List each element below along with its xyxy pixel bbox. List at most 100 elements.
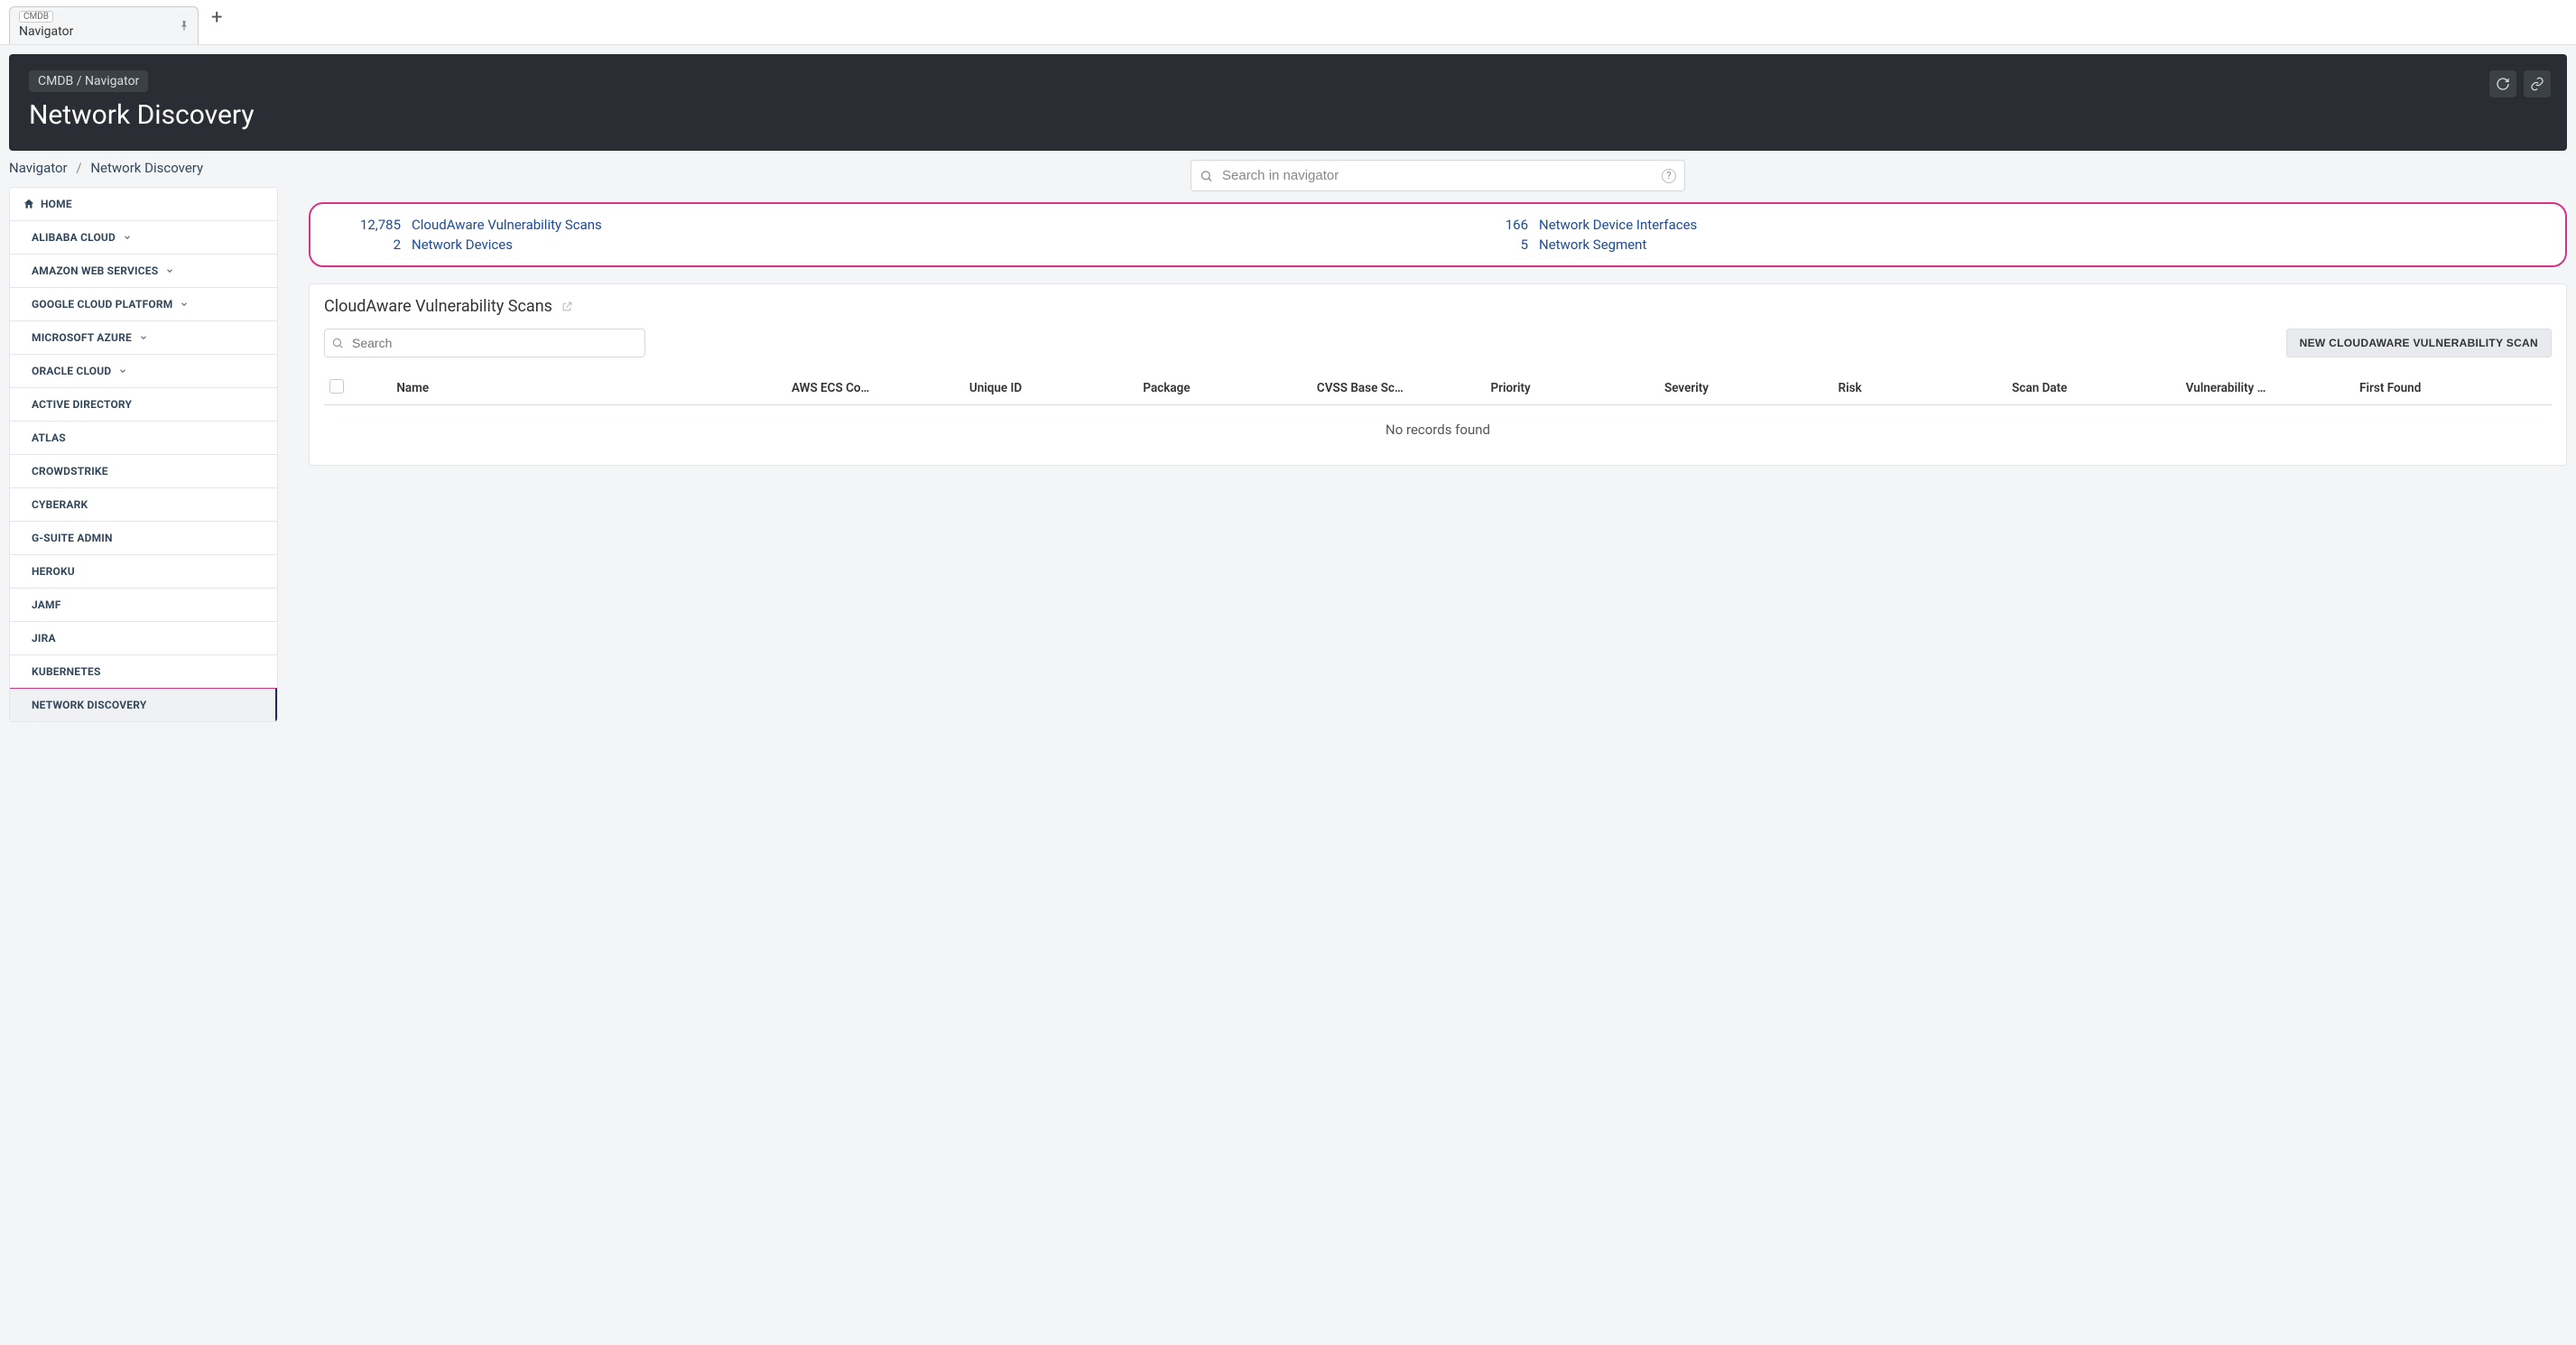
link-button[interactable] bbox=[2524, 70, 2551, 97]
sidebar-item-kubernetes[interactable]: KUBERNETES bbox=[10, 655, 277, 689]
table-title: CloudAware Vulnerability Scans bbox=[324, 297, 552, 316]
column-header[interactable]: First Found bbox=[2354, 372, 2552, 405]
sub-breadcrumb: Navigator / Network Discovery bbox=[9, 160, 278, 176]
refresh-icon bbox=[2496, 77, 2510, 91]
sidebar-item-label: AMAZON WEB SERVICES bbox=[32, 264, 158, 277]
summary-label: CloudAware Vulnerability Scans bbox=[412, 217, 602, 233]
sidebar-item-cyberark[interactable]: CYBERARK bbox=[10, 488, 277, 522]
breadcrumb-chip[interactable]: CMDB / Navigator bbox=[29, 70, 148, 92]
sidebar-item-gsuite[interactable]: G-SUITE ADMIN bbox=[10, 522, 277, 555]
sidebar-item-label: ORACLE CLOUD bbox=[32, 365, 111, 377]
column-header[interactable]: Vulnerability … bbox=[2181, 372, 2355, 405]
navigator-search-input[interactable] bbox=[1191, 160, 1685, 191]
chevron-down-icon bbox=[139, 333, 148, 342]
summary-label: Network Devices bbox=[412, 237, 513, 253]
table-toolbar: NEW CLOUDAWARE VULNERABILITY SCAN bbox=[324, 329, 2552, 357]
sidebar-item-label: CYBERARK bbox=[32, 498, 88, 511]
pin-icon[interactable] bbox=[178, 20, 190, 32]
tabs-bar: CMDB Navigator + bbox=[0, 0, 2576, 45]
tab-navigator[interactable]: CMDB Navigator bbox=[9, 6, 199, 44]
sidebar-item-gcp[interactable]: GOOGLE CLOUD PLATFORM bbox=[10, 288, 277, 321]
add-tab-button[interactable]: + bbox=[199, 6, 235, 38]
page-header: CMDB / Navigator Network Discovery bbox=[9, 54, 2567, 151]
help-icon[interactable]: ? bbox=[1662, 169, 1676, 183]
external-link-icon[interactable] bbox=[561, 301, 573, 312]
sidebar-item-atlas[interactable]: ATLAS bbox=[10, 422, 277, 455]
summary-vuln-scans[interactable]: 12,785 CloudAware Vulnerability Scans bbox=[329, 217, 1420, 233]
chevron-down-icon bbox=[165, 266, 174, 275]
sidebar-item-label: ACTIVE DIRECTORY bbox=[32, 398, 132, 411]
tab-title: Navigator bbox=[19, 24, 189, 39]
content: Navigator / Network Discovery HOME ALIBA… bbox=[0, 160, 2576, 722]
summary-label: Network Segment bbox=[1539, 237, 1646, 253]
sidebar-item-alibaba-cloud[interactable]: ALIBABA CLOUD bbox=[10, 221, 277, 255]
sidebar-item-label: JAMF bbox=[32, 598, 61, 611]
sidebar-home[interactable]: HOME bbox=[10, 188, 277, 221]
column-header[interactable]: Name bbox=[391, 372, 786, 405]
sidebar-item-jira[interactable]: JIRA bbox=[10, 622, 277, 655]
table-search-input[interactable] bbox=[324, 329, 645, 357]
sidebar-nav: HOME ALIBABA CLOUD AMAZON WEB SERVICES G… bbox=[9, 187, 278, 722]
column-header[interactable]: CVSS Base Sc… bbox=[1311, 372, 1486, 405]
column-header[interactable]: Severity bbox=[1659, 372, 1833, 405]
column-header[interactable]: Package bbox=[1137, 372, 1311, 405]
sub-row: ? bbox=[309, 160, 2567, 191]
table-header-row: Name AWS ECS Co… Unique ID Package CVSS … bbox=[324, 372, 2552, 405]
sidebar-item-label: ATLAS bbox=[32, 431, 66, 444]
sidebar-item-crowdstrike[interactable]: CROWDSTRIKE bbox=[10, 455, 277, 488]
left-column: Navigator / Network Discovery HOME ALIBA… bbox=[9, 160, 278, 722]
home-icon bbox=[23, 198, 35, 210]
sidebar-home-label: HOME bbox=[41, 198, 72, 210]
checkbox-icon[interactable] bbox=[329, 379, 344, 394]
summary-device-interfaces[interactable]: 166 Network Device Interfaces bbox=[1456, 217, 2547, 233]
sidebar-item-aws[interactable]: AMAZON WEB SERVICES bbox=[10, 255, 277, 288]
sidebar-item-label: GOOGLE CLOUD PLATFORM bbox=[32, 298, 172, 311]
column-header[interactable]: AWS ECS Co… bbox=[786, 372, 964, 405]
sidebar-item-label: KUBERNETES bbox=[32, 665, 101, 678]
new-vuln-scan-button[interactable]: NEW CLOUDAWARE VULNERABILITY SCAN bbox=[2286, 329, 2552, 357]
page-title: Network Discovery bbox=[29, 99, 2547, 131]
table-card: CloudAware Vulnerability Scans NEW CLOUD… bbox=[309, 283, 2567, 466]
summary-network-devices[interactable]: 2 Network Devices bbox=[329, 237, 1420, 253]
navigator-search: ? bbox=[1191, 160, 1685, 191]
summary-card: 12,785 CloudAware Vulnerability Scans 16… bbox=[309, 202, 2567, 267]
sidebar-item-active-directory[interactable]: ACTIVE DIRECTORY bbox=[10, 388, 277, 422]
breadcrumb-current: Network Discovery bbox=[90, 160, 203, 176]
column-header[interactable]: Unique ID bbox=[964, 372, 1138, 405]
table-title-row: CloudAware Vulnerability Scans bbox=[324, 297, 2552, 316]
sidebar-item-heroku[interactable]: HEROKU bbox=[10, 555, 277, 589]
sidebar-item-label: CROWDSTRIKE bbox=[32, 465, 108, 478]
summary-count: 2 bbox=[329, 237, 401, 253]
summary-count: 5 bbox=[1456, 237, 1528, 253]
select-all-header[interactable] bbox=[324, 372, 391, 405]
sidebar-item-label: NETWORK DISCOVERY bbox=[32, 699, 146, 711]
sidebar-item-azure[interactable]: MICROSOFT AZURE bbox=[10, 321, 277, 355]
summary-network-segment[interactable]: 5 Network Segment bbox=[1456, 237, 2547, 253]
breadcrumb-root[interactable]: Navigator bbox=[9, 160, 68, 176]
header-actions bbox=[2489, 70, 2551, 97]
link-icon bbox=[2530, 77, 2544, 91]
sidebar-item-label: MICROSOFT AZURE bbox=[32, 331, 132, 344]
sidebar-item-network-discovery[interactable]: NETWORK DISCOVERY bbox=[9, 688, 278, 722]
column-header[interactable]: Risk bbox=[1833, 372, 2007, 405]
summary-count: 166 bbox=[1456, 217, 1528, 233]
sidebar-item-jamf[interactable]: JAMF bbox=[10, 589, 277, 622]
column-header[interactable]: Priority bbox=[1485, 372, 1659, 405]
column-header[interactable]: Scan Date bbox=[2006, 372, 2181, 405]
breadcrumb-separator: / bbox=[76, 160, 81, 176]
summary-label: Network Device Interfaces bbox=[1539, 217, 1697, 233]
refresh-button[interactable] bbox=[2489, 70, 2516, 97]
no-records-message: No records found bbox=[324, 405, 2552, 441]
sidebar-item-oracle[interactable]: ORACLE CLOUD bbox=[10, 355, 277, 388]
right-column: ? 12,785 CloudAware Vulnerability Scans … bbox=[309, 160, 2567, 722]
data-table: Name AWS ECS Co… Unique ID Package CVSS … bbox=[324, 372, 2552, 405]
search-icon bbox=[331, 337, 344, 349]
sidebar-item-label: HEROKU bbox=[32, 565, 75, 578]
chevron-down-icon bbox=[180, 300, 189, 309]
search-icon bbox=[1200, 169, 1213, 182]
summary-count: 12,785 bbox=[329, 217, 401, 233]
tab-badge: CMDB bbox=[19, 11, 53, 23]
chevron-down-icon bbox=[118, 366, 127, 376]
chevron-down-icon bbox=[123, 233, 132, 242]
sidebar-item-label: ALIBABA CLOUD bbox=[32, 231, 116, 244]
